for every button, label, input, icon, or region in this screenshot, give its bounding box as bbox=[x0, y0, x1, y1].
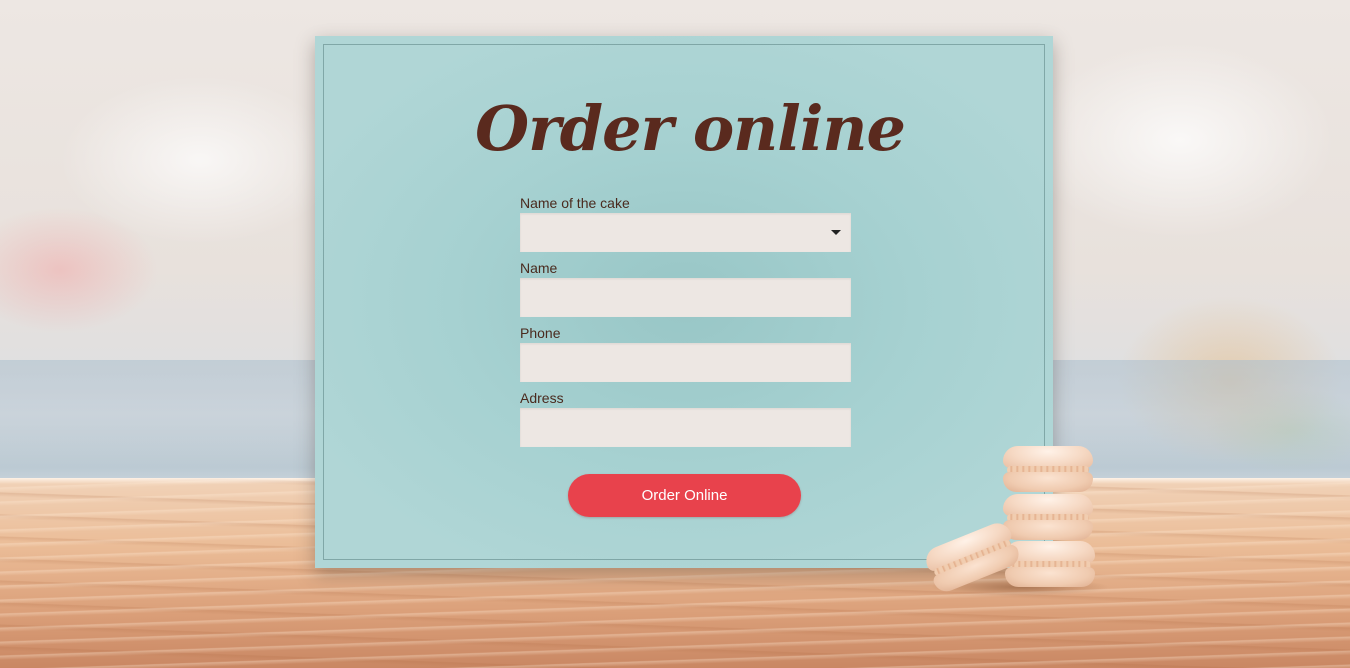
caret-down-icon bbox=[831, 230, 841, 235]
name-input[interactable] bbox=[520, 278, 851, 317]
phone-input[interactable] bbox=[520, 343, 851, 382]
address-label: Adress bbox=[520, 390, 564, 406]
phone-label: Phone bbox=[520, 325, 561, 341]
order-form: Name of the cake Name Phone Adress bbox=[520, 194, 852, 454]
macaron-middle bbox=[1003, 494, 1093, 544]
cake-select[interactable] bbox=[520, 213, 851, 252]
address-input[interactable] bbox=[520, 408, 851, 447]
order-online-button[interactable]: Order Online bbox=[568, 474, 801, 517]
page-title: Order online bbox=[475, 92, 906, 165]
order-card: Order online Name of the cake Name Phone… bbox=[315, 36, 1053, 568]
cake-label: Name of the cake bbox=[520, 195, 630, 211]
macaron-top bbox=[1003, 446, 1093, 496]
name-label: Name bbox=[520, 260, 558, 276]
